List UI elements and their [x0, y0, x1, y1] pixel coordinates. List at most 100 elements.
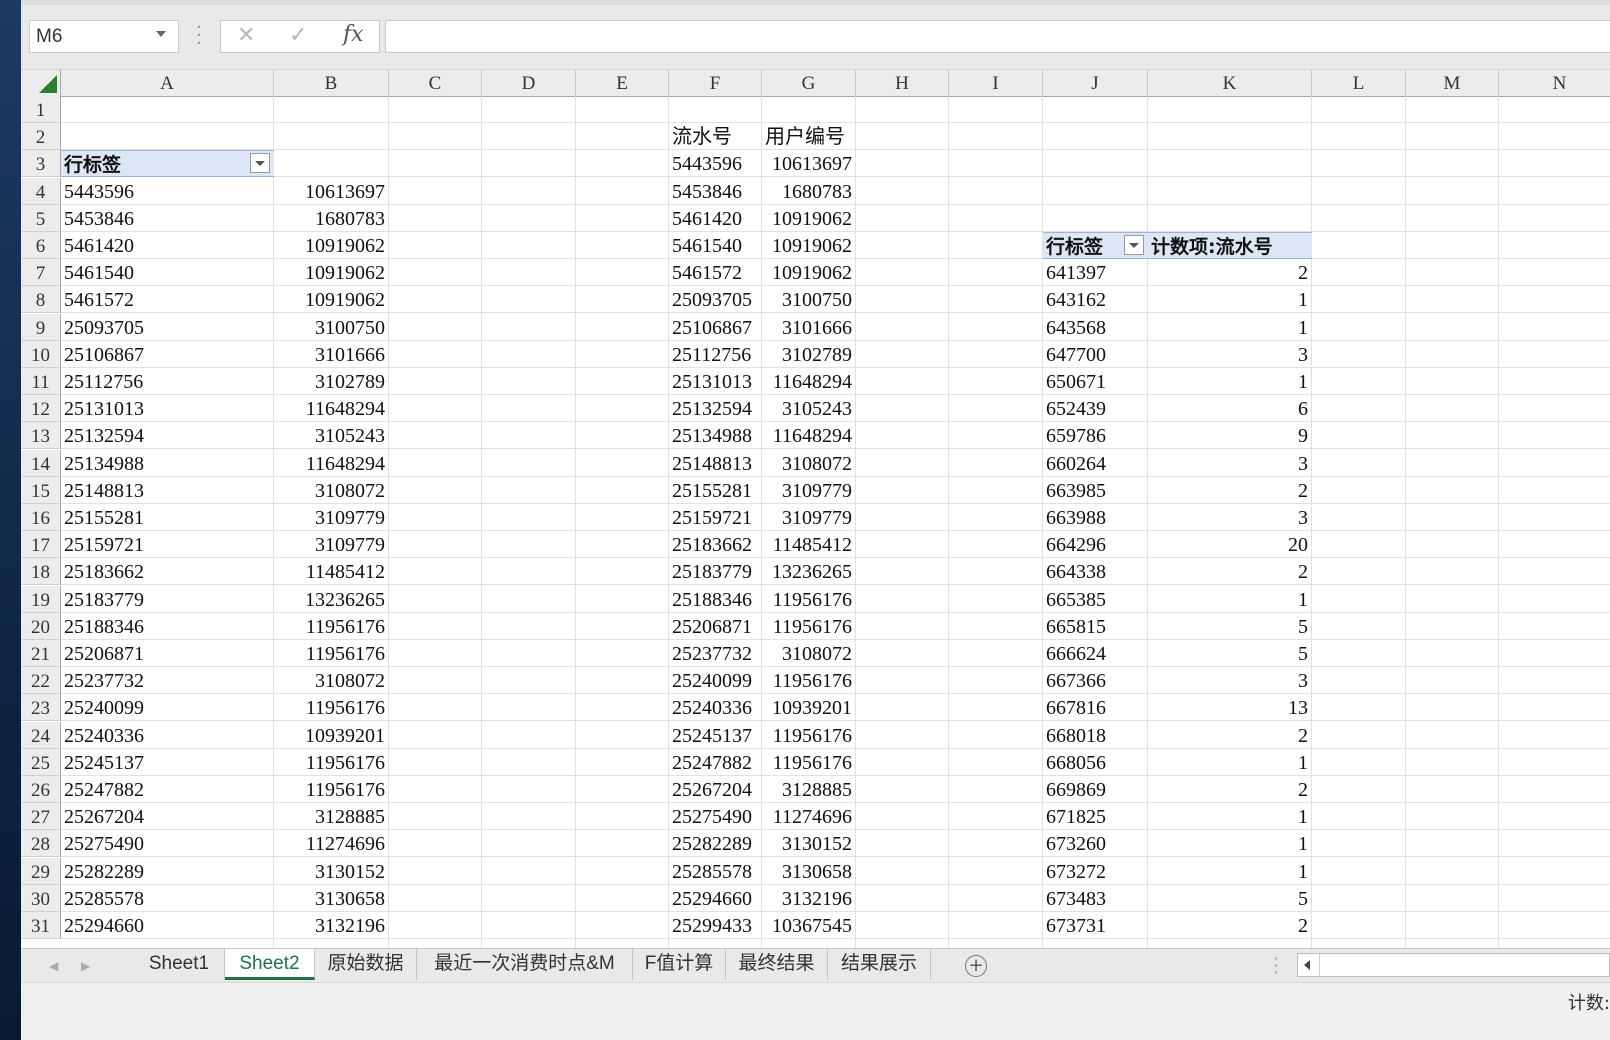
row-header-5[interactable]: 5 — [21, 204, 61, 232]
pivot-left-row-value[interactable]: 3132196 — [274, 912, 389, 939]
pivot-right-row-value[interactable]: 1 — [1148, 368, 1312, 395]
pivot-right-row-value[interactable]: 2 — [1148, 259, 1312, 286]
pivot-left-row-label[interactable]: 25159721 — [61, 531, 274, 558]
table-cell-user-id[interactable]: 13236265 — [762, 558, 856, 585]
pivot-left-row-label[interactable]: 25093705 — [61, 314, 274, 341]
pivot-left-row-value[interactable]: 10939201 — [274, 722, 389, 749]
row-header-20[interactable]: 20 — [21, 612, 61, 640]
table-cell-serial[interactable]: 5461572 — [669, 259, 762, 286]
pivot-right-row-label[interactable]: 665815 — [1043, 613, 1148, 640]
pivot-left-row-value[interactable]: 11956176 — [274, 694, 389, 721]
pivot-right-row-value[interactable]: 20 — [1148, 531, 1312, 558]
row-header-2[interactable]: 2 — [21, 123, 61, 151]
table-cell-user-id[interactable]: 10367545 — [762, 912, 856, 939]
pivot-left-row-value[interactable]: 13236265 — [274, 586, 389, 613]
pivot-right-row-value[interactable]: 1 — [1148, 830, 1312, 857]
column-header-d[interactable]: D — [482, 70, 576, 96]
row-header-23[interactable]: 23 — [21, 694, 61, 722]
pivot-left-row-label[interactable]: 25206871 — [61, 640, 274, 667]
row-header-4[interactable]: 4 — [21, 177, 61, 205]
pivot-left-row-label[interactable]: 25183662 — [61, 558, 274, 585]
pivot-right-row-label[interactable]: 650671 — [1043, 368, 1148, 395]
pivot-left-row-label[interactable]: 25240336 — [61, 722, 274, 749]
pivot-right-row-value[interactable]: 1 — [1148, 314, 1312, 341]
row-header-26[interactable]: 26 — [21, 776, 61, 803]
table-cell-user-id[interactable]: 11956176 — [762, 749, 856, 776]
pivot-left-row-label[interactable]: 25282289 — [61, 858, 274, 885]
table-cell-user-id[interactable]: 3109779 — [762, 477, 856, 504]
row-header-18[interactable]: 18 — [21, 558, 61, 586]
table-cell-serial[interactable]: 25247882 — [669, 749, 762, 776]
table-cell-user-id[interactable]: 11485412 — [762, 531, 856, 558]
pivot-left-row-label[interactable]: 25267204 — [61, 803, 274, 830]
table-cell-serial[interactable]: 25299433 — [669, 912, 762, 939]
pivot-left-row-label[interactable]: 25106867 — [61, 341, 274, 368]
pivot-right-row-label[interactable]: 664296 — [1043, 531, 1148, 558]
table-cell-serial[interactable]: 5453846 — [669, 178, 762, 205]
insert-function-icon[interactable]: fx — [343, 22, 364, 47]
row-header-27[interactable]: 27 — [21, 803, 61, 831]
row-header-6[interactable]: 6 — [21, 232, 61, 259]
row-header-11[interactable]: 11 — [21, 368, 61, 395]
enter-icon[interactable]: ✓ — [289, 23, 307, 48]
pivot-right-row-value[interactable]: 1 — [1148, 803, 1312, 830]
column-header-g[interactable]: G — [762, 70, 856, 96]
pivot-right-row-value[interactable]: 1 — [1148, 286, 1312, 313]
column-header-h[interactable]: H — [856, 70, 949, 96]
table-cell-user-id[interactable]: 3108072 — [762, 450, 856, 477]
table-cell-user-id[interactable]: 3128885 — [762, 776, 856, 803]
table-cell-user-id[interactable]: 3109779 — [762, 504, 856, 531]
formula-bar-grip-icon[interactable]: · · · — [196, 19, 202, 53]
pivot-right-row-label[interactable]: 668018 — [1043, 722, 1148, 749]
table-cell-serial[interactable]: 25275490 — [669, 803, 762, 830]
add-sheet-button[interactable]: + — [965, 955, 987, 977]
pivot-left-row-label[interactable]: 5443596 — [61, 178, 274, 205]
table-cell-serial[interactable]: 25285578 — [669, 858, 762, 885]
pivot-right-row-value[interactable]: 2 — [1148, 722, 1312, 749]
row-header-21[interactable]: 21 — [21, 640, 61, 667]
pivot-right-row-value[interactable]: 3 — [1148, 341, 1312, 368]
pivot-left-row-label[interactable]: 25237732 — [61, 667, 274, 694]
table-cell-user-id[interactable]: 3130658 — [762, 858, 856, 885]
column-header-n[interactable]: N — [1499, 70, 1610, 96]
row-header-15[interactable]: 15 — [21, 476, 61, 504]
table-cell-serial[interactable]: 25188346 — [669, 586, 762, 613]
table-cell-user-id[interactable]: 11648294 — [762, 368, 856, 395]
table-cell-serial[interactable]: 25131013 — [669, 368, 762, 395]
pivot-left-row-label[interactable]: 25245137 — [61, 749, 274, 776]
horizontal-scrollbar[interactable] — [1297, 953, 1610, 977]
table-cell-user-id[interactable]: 11956176 — [762, 667, 856, 694]
pivot-left-row-value[interactable]: 3101666 — [274, 341, 389, 368]
row-header-3[interactable]: 3 — [21, 150, 61, 178]
row-header-31[interactable]: 31 — [21, 912, 61, 939]
table-cell-user-id[interactable]: 11648294 — [762, 422, 856, 449]
tab-scroll-right-icon[interactable]: ▶ — [81, 959, 90, 973]
table-cell-serial[interactable]: 25245137 — [669, 722, 762, 749]
row-header-24[interactable]: 24 — [21, 721, 61, 749]
table-cell-user-id[interactable]: 3108072 — [762, 640, 856, 667]
table-cell-serial[interactable]: 25093705 — [669, 286, 762, 313]
pivot-left-row-label[interactable]: 25134988 — [61, 450, 274, 477]
row-header-12[interactable]: 12 — [21, 395, 61, 423]
row-header-1[interactable]: 1 — [21, 96, 61, 123]
column-header-c[interactable]: C — [389, 70, 482, 96]
pivot-right-row-value[interactable]: 3 — [1148, 450, 1312, 477]
table-cell-serial[interactable]: 5461420 — [669, 205, 762, 232]
pivot-right-row-value[interactable]: 2 — [1148, 558, 1312, 585]
row-header-28[interactable]: 28 — [21, 830, 61, 858]
sheet-tab-7[interactable]: 结果展示 — [828, 949, 931, 980]
column-header-f[interactable]: F — [669, 70, 762, 96]
pivot-right-row-value[interactable]: 1 — [1148, 858, 1312, 885]
table-cell-user-id[interactable]: 10613697 — [762, 150, 856, 177]
pivot-right-row-value[interactable]: 5 — [1148, 640, 1312, 667]
row-header-8[interactable]: 8 — [21, 286, 61, 314]
table-cell-serial[interactable]: 25183779 — [669, 558, 762, 585]
sheet-tab-3[interactable]: 原始数据 — [315, 949, 417, 980]
table-cell-user-id[interactable]: 11956176 — [762, 586, 856, 613]
column-header-m[interactable]: M — [1406, 70, 1499, 96]
pivot-left-row-label[interactable]: 25112756 — [61, 368, 274, 395]
table-cell-serial[interactable]: 25132594 — [669, 395, 762, 422]
table-cell-serial[interactable]: 5461540 — [669, 232, 762, 259]
pivot-right-row-value[interactable]: 6 — [1148, 395, 1312, 422]
pivot-right-row-label[interactable]: 667366 — [1043, 667, 1148, 694]
